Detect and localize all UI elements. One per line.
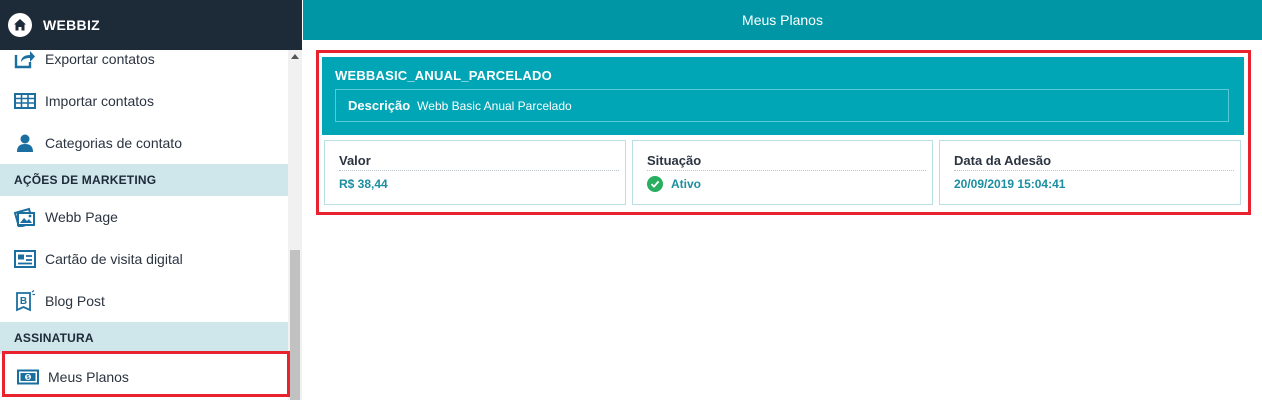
section-label: ASSINATURA xyxy=(14,331,94,345)
scroll-up-arrow-icon[interactable] xyxy=(291,54,299,59)
page-header: Meus Planos xyxy=(303,0,1262,40)
sidebar-item-exportar-contatos[interactable]: Exportar contatos xyxy=(0,50,288,80)
scrollbar-thumb[interactable] xyxy=(290,250,300,400)
highlight-box-meus-planos xyxy=(2,351,290,397)
contact-card-icon xyxy=(13,247,37,271)
sidebar-item-webb-page[interactable]: Webb Page xyxy=(0,196,288,238)
svg-text:B: B xyxy=(20,296,27,307)
blog-post-icon: B xyxy=(13,289,37,313)
sidebar-item-label: Cartão de visita digital xyxy=(45,251,183,267)
table-grid-icon xyxy=(13,89,37,113)
sidebar-item-categorias-de-contato[interactable]: Categorias de contato xyxy=(0,122,288,164)
webpage-icon xyxy=(13,205,37,229)
highlight-box-plan xyxy=(316,50,1251,215)
sidebar: WEBBIZ Exportar contatos Importar contat… xyxy=(0,0,302,400)
sidebar-item-label: Importar contatos xyxy=(45,93,154,109)
sidebar-scrollbar[interactable] xyxy=(288,50,302,400)
user-icon xyxy=(13,131,37,155)
section-acoes-de-marketing: AÇÕES DE MARKETING xyxy=(0,164,288,196)
sidebar-item-label: Exportar contatos xyxy=(45,51,155,67)
page-title: Meus Planos xyxy=(742,12,823,28)
section-label: AÇÕES DE MARKETING xyxy=(14,173,157,187)
sidebar-item-cartao-de-visita-digital[interactable]: Cartão de visita digital xyxy=(0,238,288,280)
sidebar-menu: Exportar contatos Importar contatos Cate… xyxy=(0,50,288,400)
brand-bar[interactable]: WEBBIZ xyxy=(0,0,302,50)
sidebar-item-label: Categorias de contato xyxy=(45,135,182,151)
sidebar-item-importar-contatos[interactable]: Importar contatos xyxy=(0,80,288,122)
sidebar-item-label: Blog Post xyxy=(45,293,105,309)
brand-title: WEBBIZ xyxy=(43,17,101,33)
home-icon[interactable] xyxy=(8,13,32,37)
sidebar-item-blog-post[interactable]: B Blog Post xyxy=(0,280,288,322)
sidebar-item-label: Webb Page xyxy=(45,209,118,225)
section-assinatura: ASSINATURA xyxy=(0,322,288,354)
export-icon xyxy=(13,50,37,71)
